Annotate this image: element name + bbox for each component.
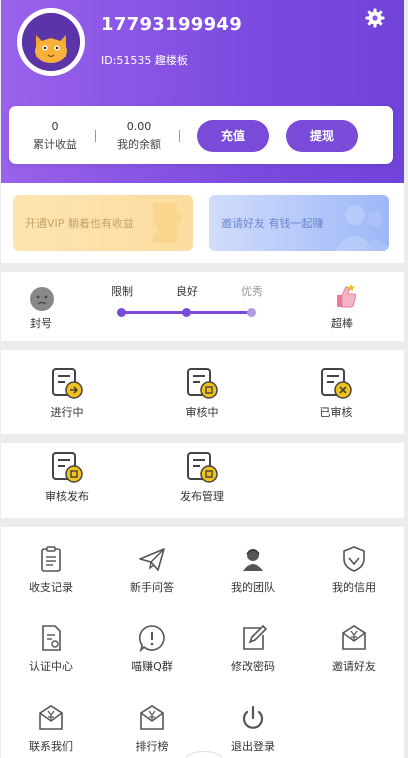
review-publish[interactable]: 审核发布	[32, 450, 102, 504]
credit-dot-current	[182, 308, 191, 317]
stat-divider	[95, 130, 96, 142]
total-income[interactable]: 0 累计收益	[29, 120, 81, 152]
paper-plane-icon	[139, 548, 165, 571]
level-excellent: 优秀	[241, 285, 263, 298]
menu-leaderboard-label: 排行榜	[135, 740, 169, 753]
menu-qq-group-label: 喵赚Q群	[131, 660, 173, 673]
my-balance[interactable]: 0.00 我的余额	[109, 120, 169, 152]
envelope-yen-icon	[140, 705, 164, 730]
vip-banner[interactable]: 开通VIP 躺着也有收益	[13, 195, 193, 251]
awesome-label: 超棒	[331, 317, 353, 330]
task-in-progress-label: 进行中	[50, 406, 84, 419]
menu-contact-us-label: 联系我们	[29, 740, 73, 753]
sad-face-icon	[30, 287, 54, 311]
menu-qq-group[interactable]: 喵赚Q群	[107, 623, 197, 674]
task-reviewing-icon	[187, 368, 218, 399]
review-publish-label: 审核发布	[45, 490, 89, 503]
avatar[interactable]	[17, 8, 85, 76]
shield-icon	[343, 546, 365, 572]
cat-avatar-icon	[22, 13, 80, 71]
menu-logout[interactable]: 退出登录	[208, 703, 298, 754]
alert-bubble-icon	[138, 625, 165, 653]
team-icon	[243, 549, 263, 571]
task-reviewing-label: 审核中	[185, 406, 219, 419]
menu-income-records[interactable]: 收支记录	[6, 544, 96, 595]
recharge-button[interactable]: 充值	[197, 120, 269, 152]
invite-banner[interactable]: 邀请好友 有钱一起赚	[209, 195, 389, 251]
credit-dot	[247, 308, 256, 317]
thumbs-up-icon	[334, 283, 358, 309]
total-income-label: 累计收益	[33, 138, 77, 151]
envelope-yen-icon	[342, 625, 366, 650]
withdraw-button[interactable]: 提现	[286, 120, 358, 152]
menu-newbie-qa[interactable]: 新手问答	[107, 544, 197, 595]
section-divider	[1, 341, 404, 350]
task-reviewed-label: 已审核	[319, 406, 353, 419]
vip-banner-text: 开通VIP 躺着也有收益	[25, 217, 134, 230]
menu-invite-friends-label: 邀请好友	[332, 660, 376, 673]
user-phone: 17793199949	[101, 14, 243, 35]
envelope-yen-icon	[39, 705, 63, 730]
menu-my-credit[interactable]: 我的信用	[309, 544, 399, 595]
scroll-handle	[186, 751, 222, 758]
level-good: 良好	[176, 285, 198, 298]
menu-leaderboard[interactable]: 排行榜	[107, 703, 197, 754]
task-in-progress-icon	[52, 368, 83, 399]
total-income-value: 0	[51, 120, 59, 133]
level-limited: 限制	[111, 285, 133, 298]
menu-contact-us[interactable]: 联系我们	[6, 703, 96, 754]
publish-manage[interactable]: 发布管理	[167, 450, 237, 504]
section-divider	[1, 263, 404, 272]
profile-screen: 17793199949 ID:51535 趣楼板 0 累计收益 0.00 我的余…	[1, 0, 404, 758]
banned-label: 封号	[30, 317, 52, 330]
power-icon	[242, 705, 264, 729]
task-reviewed-icon	[321, 368, 352, 399]
edit-icon	[243, 624, 268, 650]
task-reviewing[interactable]: 审核中	[167, 366, 237, 420]
section-divider	[1, 434, 404, 443]
menu-change-password[interactable]: 修改密码	[208, 623, 298, 674]
menu-certification[interactable]: 认证中心	[6, 623, 96, 674]
task-reviewed[interactable]: 已审核	[301, 366, 371, 420]
clipboard-icon	[41, 546, 61, 572]
menu-logout-label: 退出登录	[231, 740, 275, 753]
menu-income-records-label: 收支记录	[29, 581, 73, 594]
menu-my-team[interactable]: 我的团队	[208, 544, 298, 595]
stat-divider	[179, 130, 180, 142]
my-balance-value: 0.00	[126, 120, 152, 133]
task-in-progress[interactable]: 进行中	[32, 366, 102, 420]
gear-icon[interactable]	[365, 8, 385, 28]
menu-my-credit-label: 我的信用	[332, 581, 376, 594]
menu-change-password-label: 修改密码	[231, 660, 275, 673]
invite-banner-text: 邀请好友 有钱一起赚	[221, 217, 324, 230]
my-balance-label: 我的余额	[117, 138, 161, 151]
menu-invite-friends[interactable]: 邀请好友	[309, 623, 399, 674]
profile-header: 17793199949 ID:51535 趣楼板 0 累计收益 0.00 我的余…	[1, 0, 404, 183]
review-publish-icon	[52, 452, 83, 483]
user-id: ID:51535 趣楼板	[101, 54, 188, 67]
credit-dot	[117, 308, 126, 317]
menu-newbie-qa-label: 新手问答	[130, 581, 174, 594]
certificate-icon	[42, 625, 61, 651]
menu-my-team-label: 我的团队	[231, 581, 275, 594]
publish-manage-label: 发布管理	[180, 490, 224, 503]
menu-certification-label: 认证中心	[29, 660, 73, 673]
section-divider	[1, 518, 404, 527]
balance-card: 0 累计收益 0.00 我的余额 充值 提现	[9, 106, 393, 164]
publish-manage-icon	[187, 452, 218, 483]
